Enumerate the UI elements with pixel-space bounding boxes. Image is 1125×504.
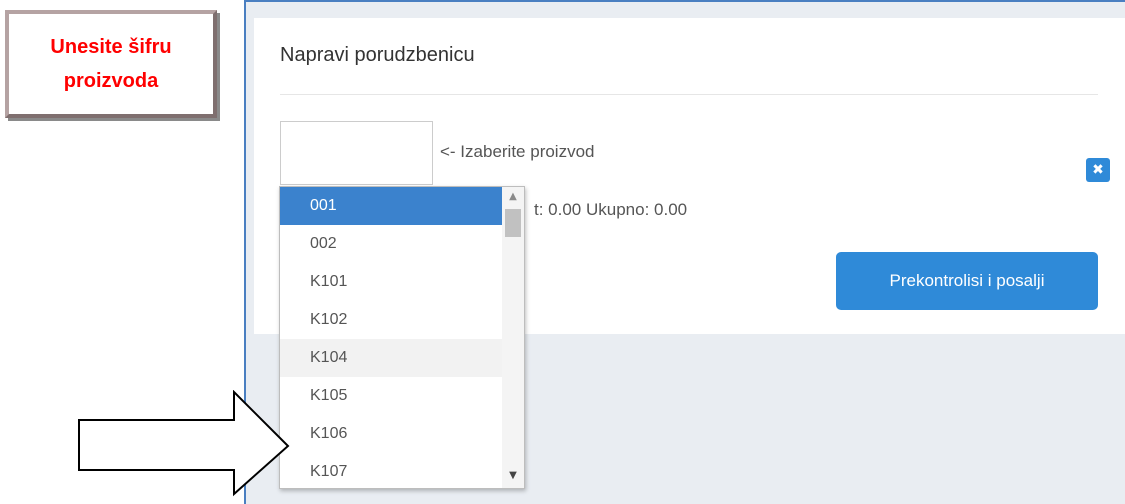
dropdown-option-k102[interactable]: K102 — [280, 301, 502, 339]
instruction-callout: Unesite šifru proizvoda — [5, 10, 217, 118]
product-code-dropdown[interactable]: 001 002 K101 K102 K104 K105 K106 K107 ▲ … — [279, 186, 525, 489]
panel-divider — [280, 94, 1098, 95]
scroll-down-icon[interactable]: ▼ — [502, 466, 524, 486]
screenshot-root: Unesite šifru proizvoda Napravi porudzbe… — [0, 0, 1125, 504]
choose-product-label: <- Izaberite proizvod — [440, 142, 595, 161]
scroll-thumb[interactable] — [505, 209, 521, 237]
scroll-up-icon[interactable]: ▲ — [502, 187, 524, 207]
dropdown-option-k106[interactable]: K106 — [280, 415, 502, 453]
dropdown-scrollbar[interactable]: ▲ ▼ — [502, 187, 524, 488]
remove-row-button[interactable]: ✖ — [1086, 158, 1110, 182]
dropdown-option-k104[interactable]: K104 — [280, 339, 502, 377]
dropdown-option-001[interactable]: 001 — [280, 187, 502, 225]
check-and-send-button[interactable]: Prekontrolisi i posalji — [836, 252, 1098, 310]
dropdown-option-002[interactable]: 002 — [280, 225, 502, 263]
close-icon: ✖ — [1092, 162, 1104, 178]
instruction-callout-text: Unesite šifru proizvoda — [50, 36, 172, 92]
dropdown-option-k101[interactable]: K101 — [280, 263, 502, 301]
product-code-input[interactable] — [280, 121, 433, 185]
dropdown-option-k105[interactable]: K105 — [280, 377, 502, 415]
totals-text: t: 0.00 Ukupno: 0.00 — [534, 200, 688, 219]
dropdown-option-k107[interactable]: K107 — [280, 453, 502, 488]
panel-title: Napravi porudzbenicu — [280, 44, 475, 66]
right-arrow-outline-icon — [78, 390, 290, 497]
